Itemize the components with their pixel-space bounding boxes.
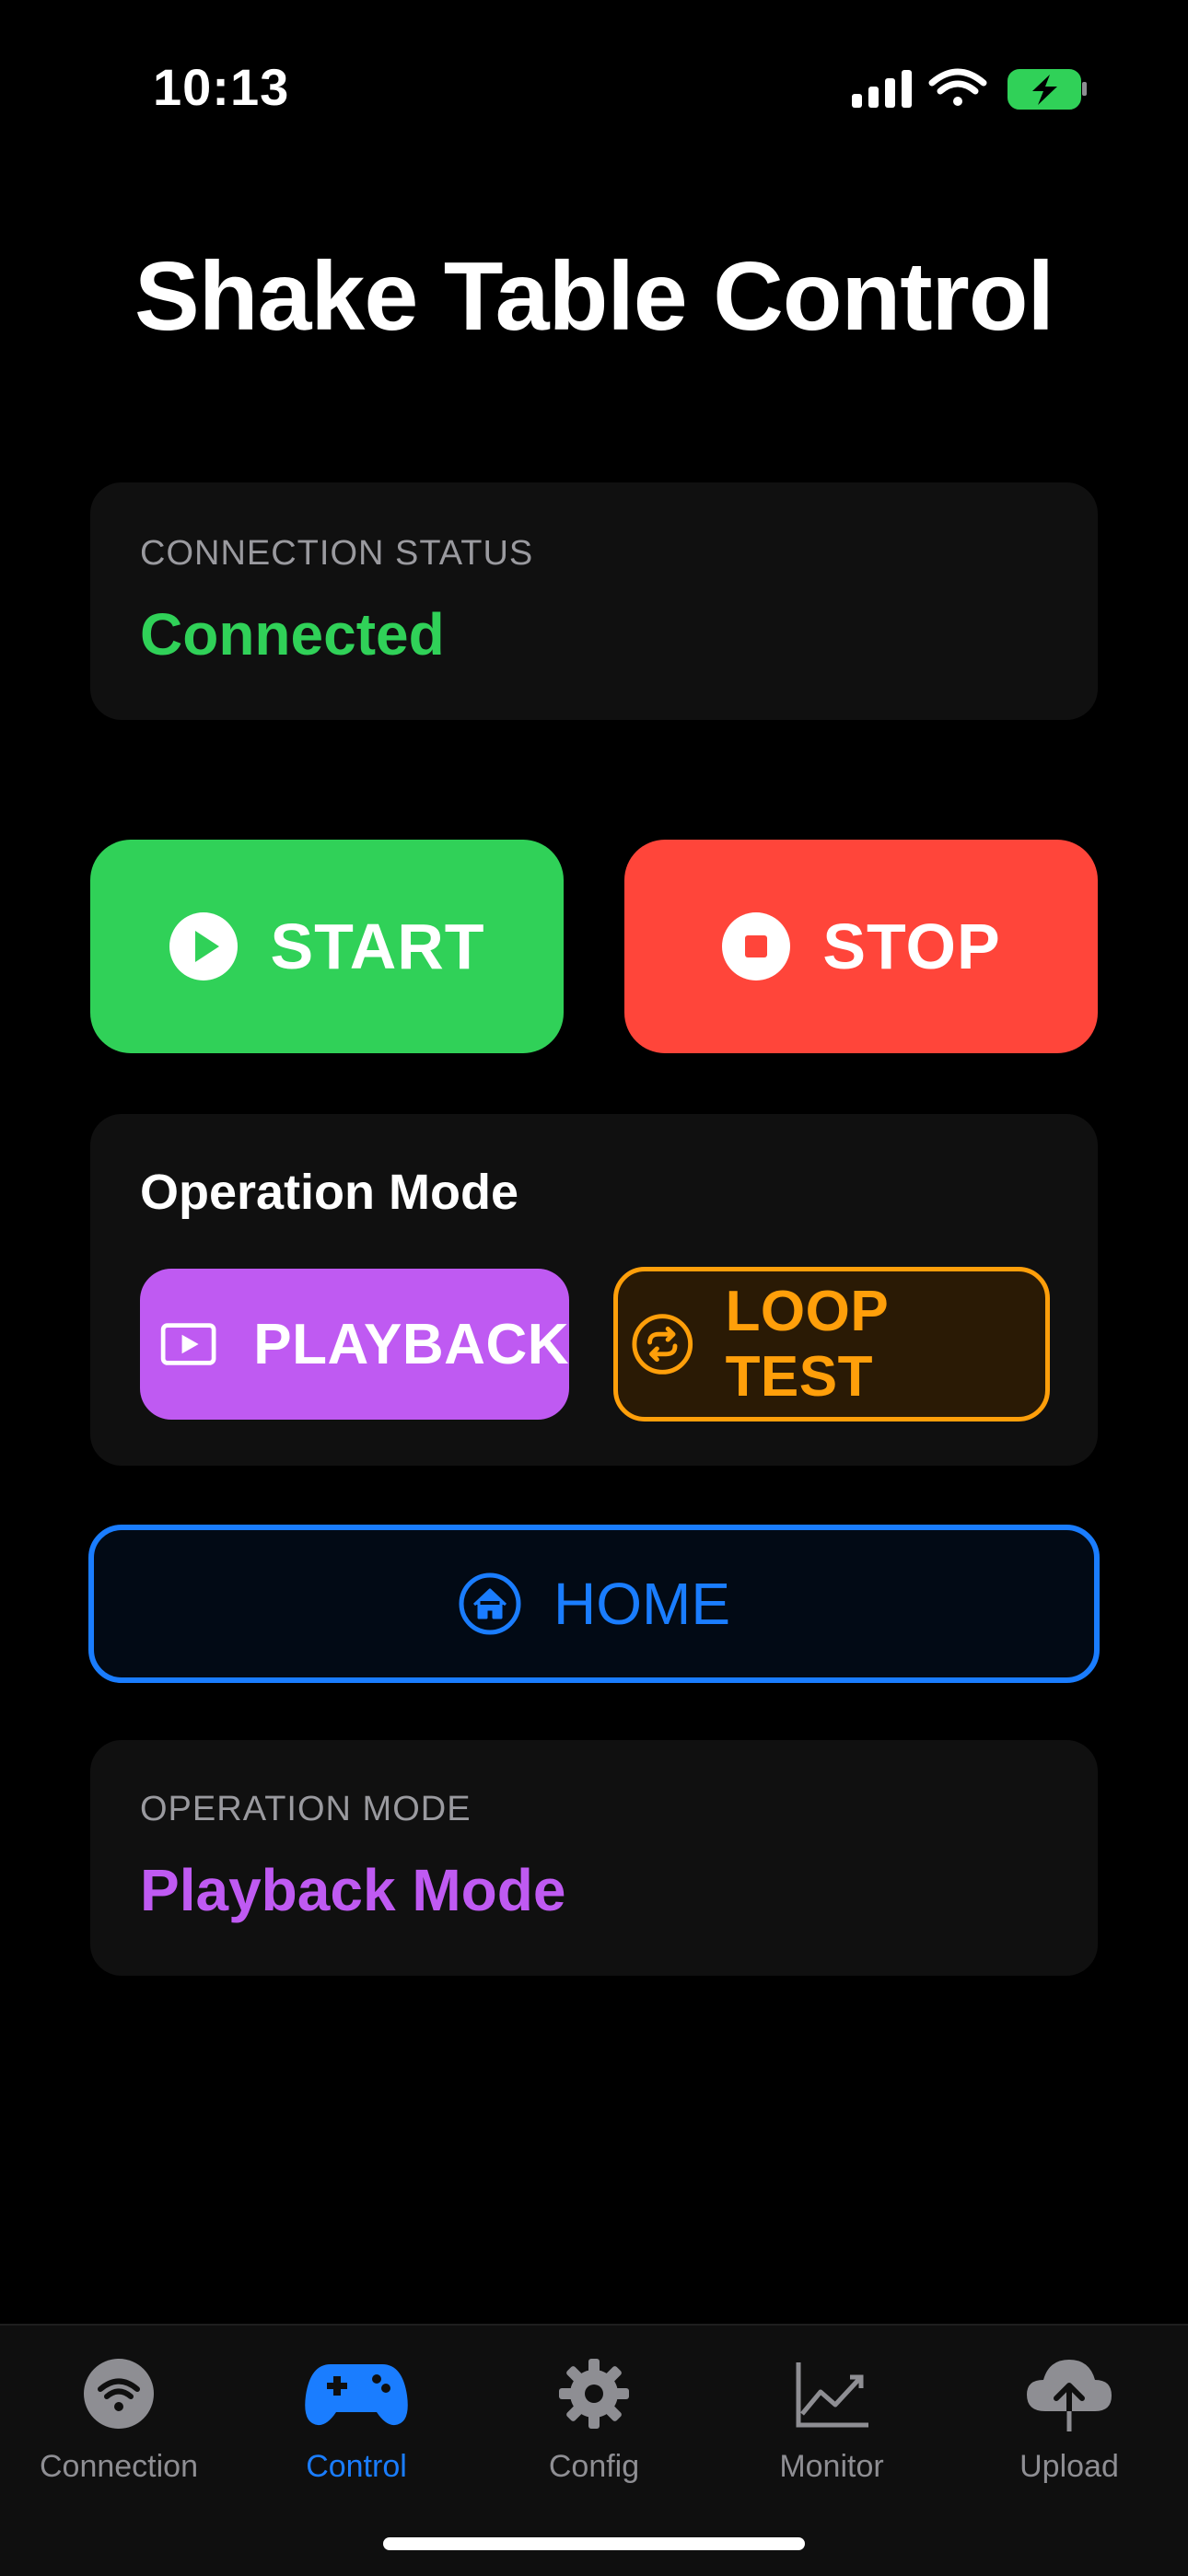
tab-monitor-label: Monitor [779, 2449, 884, 2484]
playback-mode-button[interactable]: PLAYBACK [140, 1269, 569, 1420]
stop-label: STOP [822, 911, 1001, 982]
status-icons [852, 68, 1087, 110]
tab-connection-label: Connection [39, 2449, 198, 2484]
home-label: HOME [553, 1571, 730, 1637]
cellular-signal-icon [852, 70, 912, 108]
play-circle-icon [169, 912, 239, 981]
cloud-upload-icon [1027, 2360, 1112, 2433]
status-time: 10:13 [153, 58, 290, 116]
loop-arrows-icon [632, 1314, 693, 1375]
loop-test-button[interactable]: LOOP TEST [613, 1267, 1050, 1421]
tab-upload-label: Upload [1019, 2449, 1119, 2484]
chart-line-icon [796, 2362, 868, 2428]
home-circle-icon [459, 1572, 521, 1635]
operation-mode-panel: Operation Mode PLAYBACK LOOP TEST [90, 1114, 1098, 1466]
playback-label: PLAYBACK [253, 1312, 569, 1376]
loop-test-label: LOOP TEST [725, 1280, 889, 1409]
operation-mode-title: Operation Mode [140, 1165, 519, 1220]
home-button[interactable]: HOME [88, 1525, 1100, 1683]
connection-status-card: CONNECTION STATUS Connected [90, 482, 1098, 720]
tab-config-label: Config [548, 2449, 640, 2484]
playback-rectangle-icon [160, 1323, 216, 1365]
operation-mode-label: OPERATION MODE [140, 1790, 472, 1828]
stop-button[interactable]: STOP [624, 840, 1098, 1053]
tab-config[interactable]: Config [475, 2326, 713, 2510]
start-button[interactable]: START [90, 840, 564, 1053]
operation-mode-value: Playback Mode [140, 1857, 566, 1923]
operation-mode-card: OPERATION MODE Playback Mode [90, 1740, 1098, 1976]
connection-status-value: Connected [140, 601, 445, 667]
tab-control[interactable]: Control [238, 2326, 475, 2510]
home-indicator [383, 2537, 805, 2550]
tab-connection[interactable]: Connection [0, 2326, 238, 2510]
battery-charging-icon [1007, 69, 1087, 110]
wifi-icon [928, 68, 987, 106]
tab-control-label: Control [306, 2449, 407, 2484]
connection-status-label: CONNECTION STATUS [140, 534, 534, 573]
start-label: START [270, 911, 485, 982]
gamecontroller-icon [305, 2364, 408, 2426]
stop-circle-icon [722, 912, 791, 981]
wifi-circle-icon [84, 2359, 154, 2429]
tab-upload[interactable]: Upload [950, 2326, 1188, 2510]
gear-icon [559, 2359, 629, 2429]
tab-monitor[interactable]: Monitor [713, 2326, 950, 2510]
page-title: Shake Table Control [134, 242, 1054, 351]
